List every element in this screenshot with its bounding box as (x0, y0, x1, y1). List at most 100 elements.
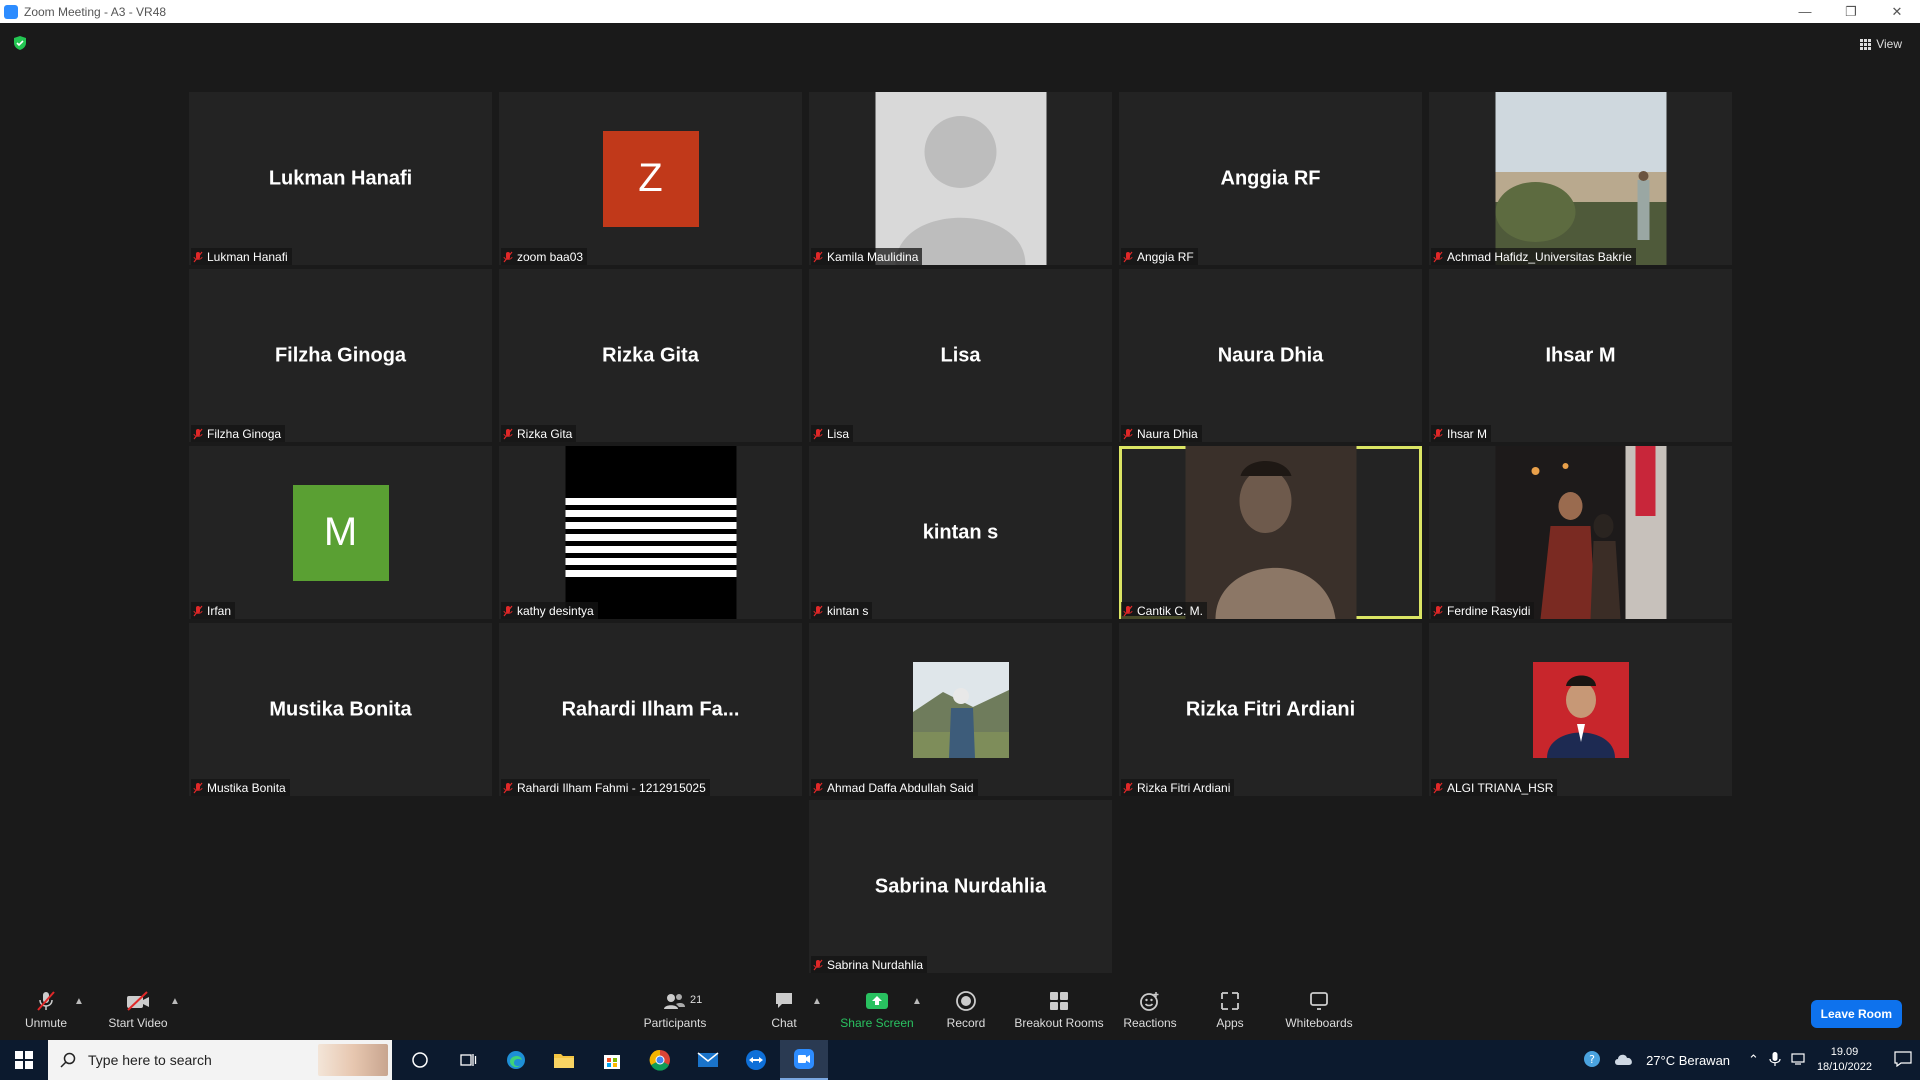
apps-button[interactable]: Apps (1212, 980, 1248, 1040)
apps-label: Apps (1216, 1016, 1244, 1030)
weather-cloud-icon[interactable] (1612, 1051, 1636, 1070)
participant-display-name: kintan s (922, 521, 999, 543)
start-video-button[interactable]: Start Video (106, 980, 170, 1040)
notification-center-icon[interactable] (1894, 1050, 1912, 1070)
participant-name-label: kintan s (811, 602, 873, 619)
zoom-taskbar-icon[interactable] (780, 1040, 828, 1080)
mic-muted-icon (813, 605, 823, 617)
participant-name: Ihsar M (1447, 426, 1488, 441)
participant-tile[interactable]: kintan s kintan s (809, 446, 1112, 619)
mail-icon[interactable] (684, 1040, 732, 1080)
unmute-button[interactable]: Unmute (18, 980, 74, 1040)
video-options-caret-icon[interactable]: ▲ (170, 996, 180, 1007)
participant-display-name: Rahardi Ilham Fa... (561, 698, 740, 720)
mic-muted-icon (1433, 251, 1443, 263)
participant-display-name: Lisa (940, 344, 981, 366)
show-hidden-icons-chevron-icon[interactable]: ⌃ (1748, 1052, 1759, 1068)
mic-muted-icon (813, 251, 823, 263)
participant-display-name: Anggia RF (1220, 167, 1321, 189)
shield-icon[interactable] (12, 35, 28, 51)
breakout-rooms-button[interactable]: Breakout Rooms (1012, 980, 1106, 1040)
reactions-button[interactable]: Reactions (1122, 980, 1178, 1040)
minimize-icon[interactable]: — (1782, 0, 1828, 23)
participant-display-name: Sabrina Nurdahlia (874, 875, 1047, 897)
participant-name-label: Ferdine Rasyidi (1431, 602, 1535, 619)
participant-tile[interactable]: kathy desintya (499, 446, 802, 619)
participant-name: Naura Dhia (1137, 426, 1198, 441)
svg-text:?: ? (1589, 1053, 1595, 1066)
chrome-icon[interactable] (636, 1040, 684, 1080)
participant-tile[interactable]: Mustika Bonita Mustika Bonita (189, 623, 492, 796)
taskbar-clock[interactable]: 19.09 18/10/2022 (1817, 1045, 1872, 1075)
participant-tile[interactable]: Ahmad Daffa Abdullah Said (809, 623, 1112, 796)
mic-muted-icon (1433, 782, 1443, 794)
window-title: Zoom Meeting - A3 - VR48 (24, 4, 167, 19)
chat-icon (771, 990, 797, 1012)
network-icon[interactable] (1791, 1052, 1807, 1069)
file-explorer-icon[interactable] (540, 1040, 588, 1080)
participant-tile[interactable]: Filzha Ginoga Filzha Ginoga (189, 269, 492, 442)
whiteboards-button[interactable]: Whiteboards (1284, 980, 1354, 1040)
participant-tile[interactable]: Naura Dhia Naura Dhia (1119, 269, 1422, 442)
participant-tile[interactable]: Rahardi Ilham Fa... Rahardi Ilham Fahmi -… (499, 623, 802, 796)
microphone-tray-icon[interactable] (1769, 1051, 1781, 1070)
mic-muted-icon (193, 251, 203, 263)
leave-room-button[interactable]: Leave Room (1810, 1000, 1902, 1028)
participant-name: Achmad Hafidz_Universitas Bakrie (1447, 249, 1632, 264)
participant-photo (1185, 446, 1356, 619)
participant-tile[interactable]: Lisa Lisa (809, 269, 1112, 442)
mic-muted-icon (193, 605, 203, 617)
help-icon[interactable]: ? (1582, 1049, 1602, 1072)
participant-tile[interactable]: Rizka Gita Rizka Gita (499, 269, 802, 442)
chat-caret-icon[interactable]: ▲ (812, 996, 822, 1007)
participant-tile[interactable]: M Irfan (189, 446, 492, 619)
audio-options-caret-icon[interactable]: ▲ (74, 996, 84, 1007)
participants-label: Participants (643, 1016, 707, 1030)
restore-icon[interactable]: ❐ (1828, 0, 1874, 23)
apps-icon (1217, 990, 1243, 1012)
cortana-icon[interactable] (396, 1040, 444, 1080)
windows-start-button[interactable] (0, 1040, 48, 1080)
participant-photo (875, 92, 1046, 265)
participant-tile[interactable]: Rizka Fitri Ardiani Rizka Fitri Ardiani (1119, 623, 1422, 796)
participant-tile[interactable]: Kamila Maulidina (809, 92, 1112, 265)
participant-name: ALGI TRIANA_HSR (1447, 780, 1554, 795)
participant-tile[interactable]: Anggia RF Anggia RF (1119, 92, 1422, 265)
record-button[interactable]: Record (942, 980, 990, 1040)
mic-muted-icon (503, 782, 513, 794)
meeting-area: View Lukman Hanafi Lukman Hanafi Zzoom baa… (0, 23, 1920, 980)
participant-tile[interactable]: ALGI TRIANA_HSR (1429, 623, 1732, 796)
participant-tile[interactable]: Zzoom baa03 (499, 92, 802, 265)
edge-browser-icon[interactable] (492, 1040, 540, 1080)
taskbar-search-box[interactable]: Type here to search (48, 1040, 392, 1080)
weather-text[interactable]: 27°C Berawan (1646, 1053, 1730, 1068)
chat-label: Chat (771, 1016, 797, 1030)
participant-tile[interactable]: Ferdine Rasyidi (1429, 446, 1732, 619)
participant-avatar: Z (602, 130, 699, 227)
start-video-label: Start Video (108, 1016, 168, 1030)
participant-tile[interactable]: Lukman Hanafi Lukman Hanafi (189, 92, 492, 265)
share-screen-button[interactable]: Share Screen (836, 980, 918, 1040)
close-icon[interactable]: ✕ (1874, 0, 1920, 23)
task-view-icon[interactable] (444, 1040, 492, 1080)
participant-name: Ahmad Daffa Abdullah Said (827, 780, 974, 795)
microsoft-store-icon[interactable] (588, 1040, 636, 1080)
view-button[interactable]: View (1854, 33, 1908, 55)
mic-muted-icon (1123, 605, 1133, 617)
participants-button[interactable]: Participants (640, 980, 710, 1040)
participant-name: kintan s (827, 603, 869, 618)
participant-tile[interactable]: Achmad Hafidz_Universitas Bakrie (1429, 92, 1732, 265)
participant-tile[interactable]: Cantik C. M. (1119, 446, 1422, 619)
mic-muted-icon (1123, 782, 1133, 794)
mic-muted-icon (1123, 428, 1133, 440)
share-caret-icon[interactable]: ▲ (912, 996, 922, 1007)
chat-button[interactable]: Chat (764, 980, 804, 1040)
participant-display-name: Ihsar M (1545, 344, 1616, 366)
participant-tile[interactable]: Ihsar M Ihsar M (1429, 269, 1732, 442)
participant-name: Lisa (827, 426, 850, 441)
participant-tile[interactable]: Sabrina Nurdahlia Sabrina Nurdahlia (809, 800, 1112, 973)
teamviewer-icon[interactable] (732, 1040, 780, 1080)
search-icon (60, 1052, 76, 1068)
participant-name-label: Lisa (811, 425, 854, 442)
participant-photo (1495, 446, 1666, 619)
